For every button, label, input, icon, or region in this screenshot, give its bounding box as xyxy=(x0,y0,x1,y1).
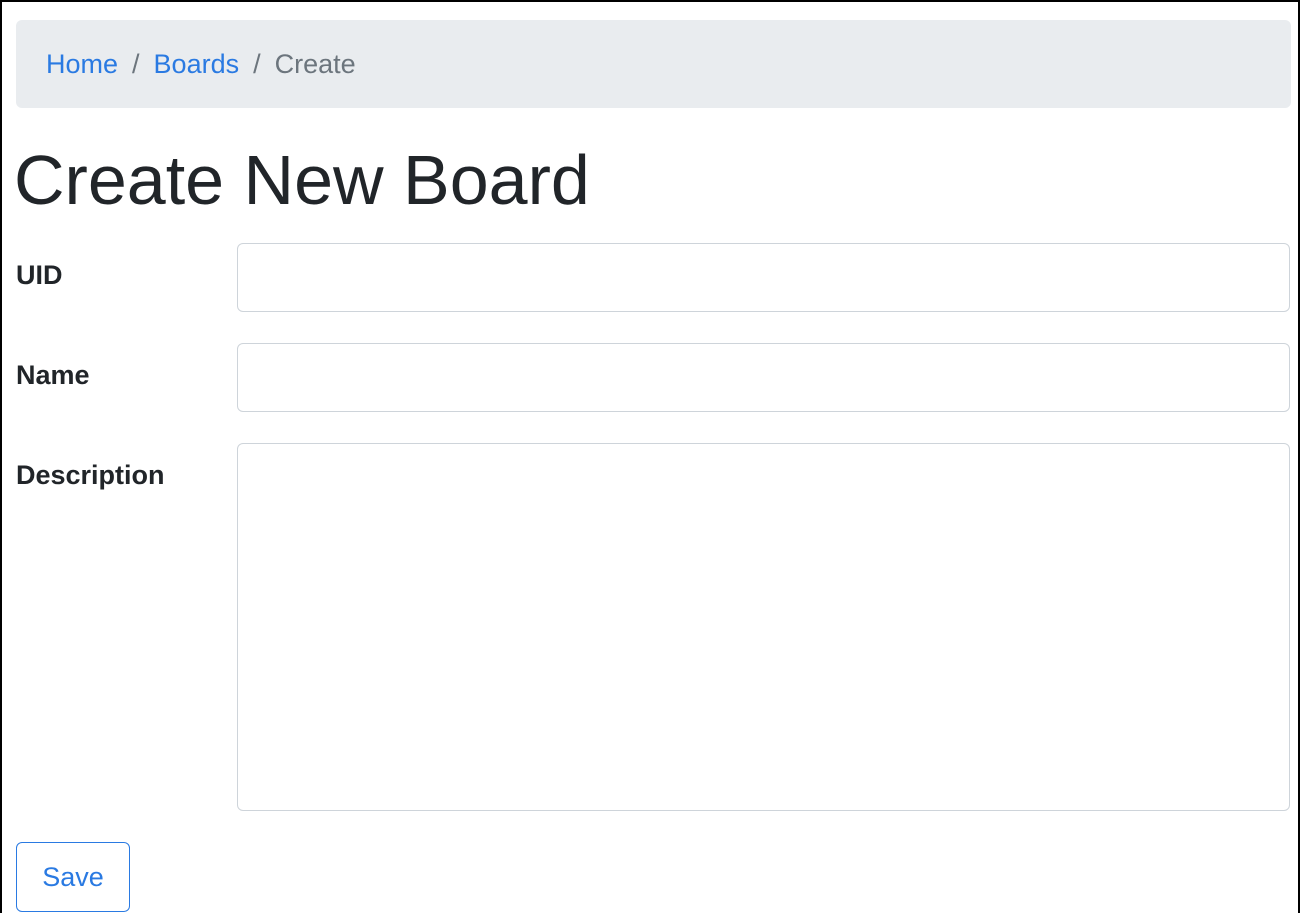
description-label: Description xyxy=(16,460,165,490)
breadcrumb-current: Create xyxy=(274,48,356,79)
save-button[interactable]: Save xyxy=(16,842,130,912)
breadcrumb-separator: / xyxy=(132,48,140,79)
breadcrumb-home-link[interactable]: Home xyxy=(46,49,118,80)
name-input[interactable] xyxy=(237,343,1290,412)
uid-input[interactable] xyxy=(237,243,1290,312)
breadcrumb-boards-link[interactable]: Boards xyxy=(154,49,240,80)
description-textarea[interactable] xyxy=(237,443,1290,811)
breadcrumb: Home / Boards / Create xyxy=(16,20,1291,108)
page-title: Create New Board xyxy=(14,141,590,219)
breadcrumb-separator: / xyxy=(253,48,261,79)
name-label: Name xyxy=(16,360,90,390)
uid-label: UID xyxy=(16,260,63,290)
